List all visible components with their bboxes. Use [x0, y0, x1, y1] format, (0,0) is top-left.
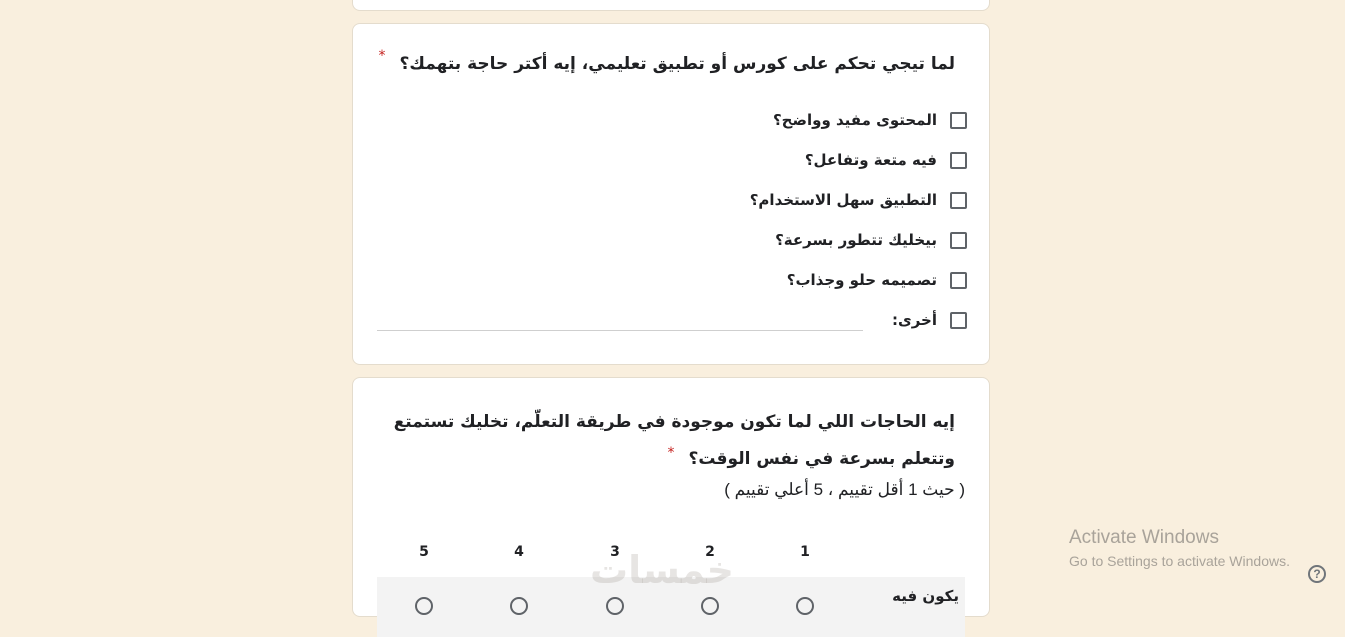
radio-5[interactable] — [415, 597, 433, 615]
option-easy-to-use[interactable]: التطبيق سهل الاستخدام؟ — [750, 189, 967, 211]
previous-question-card — [352, 0, 990, 11]
option-fun-interaction[interactable]: فيه متعة وتفاعل؟ — [805, 149, 967, 171]
radio-3[interactable] — [606, 597, 624, 615]
checkbox[interactable] — [950, 151, 967, 169]
radio-2[interactable] — [701, 597, 719, 615]
checkbox[interactable] — [950, 231, 967, 249]
question-title: إيه الحاجات اللي لما تكون موجودة في طريق… — [375, 404, 955, 478]
checkbox[interactable] — [950, 311, 967, 329]
required-asterisk: * — [378, 48, 386, 64]
question-title: لما تيجي تحكم على كورس أو تطبيق تعليمي، … — [379, 48, 955, 74]
windows-activation-notice: Activate Windows Go to Settings to activ… — [1069, 527, 1290, 569]
required-asterisk: * — [667, 445, 675, 461]
option-label: المحتوى مفيد وواضح؟ — [772, 111, 937, 129]
checkbox[interactable] — [950, 271, 967, 289]
option-label: بيخليك تتطور بسرعة؟ — [775, 231, 937, 249]
option-content-useful[interactable]: المحتوى مفيد وواضح؟ — [773, 109, 967, 131]
option-other[interactable]: أخرى: — [892, 309, 967, 331]
activation-subtitle: Go to Settings to activate Windows. — [1069, 553, 1290, 569]
option-label: التطبيق سهل الاستخدام؟ — [749, 191, 937, 209]
radio-4[interactable] — [510, 597, 528, 615]
option-label: تصميمه حلو وجذاب؟ — [786, 271, 937, 289]
option-attractive-design[interactable]: تصميمه حلو وجذاب؟ — [787, 269, 967, 291]
option-label: أخرى: — [891, 311, 937, 329]
checkbox[interactable] — [950, 191, 967, 209]
activation-title: Activate Windows — [1069, 527, 1219, 548]
question-title-text: لما تيجي تحكم على كورس أو تطبيق تعليمي، … — [399, 54, 955, 74]
question-card-evaluation-criteria: لما تيجي تحكم على كورس أو تطبيق تعليمي، … — [352, 23, 990, 365]
other-text-input[interactable] — [377, 330, 863, 331]
khamsat-watermark: خمسات — [590, 548, 734, 592]
option-label: فيه متعة وتفاعل؟ — [804, 151, 937, 169]
scale-label-5: 5 — [419, 544, 429, 560]
help-icon[interactable]: ? — [1308, 565, 1326, 583]
checkbox[interactable] — [950, 111, 967, 129]
scale-label-4: 4 — [514, 544, 524, 560]
row-label: يكون فيه — [892, 587, 959, 605]
scale-label-1: 1 — [800, 544, 810, 560]
option-fast-progress[interactable]: بيخليك تتطور بسرعة؟ — [775, 229, 967, 251]
question-description: ( حيث 1 أقل تقييم ، 5 أعلي تقييم ) — [724, 480, 965, 499]
radio-1[interactable] — [796, 597, 814, 615]
